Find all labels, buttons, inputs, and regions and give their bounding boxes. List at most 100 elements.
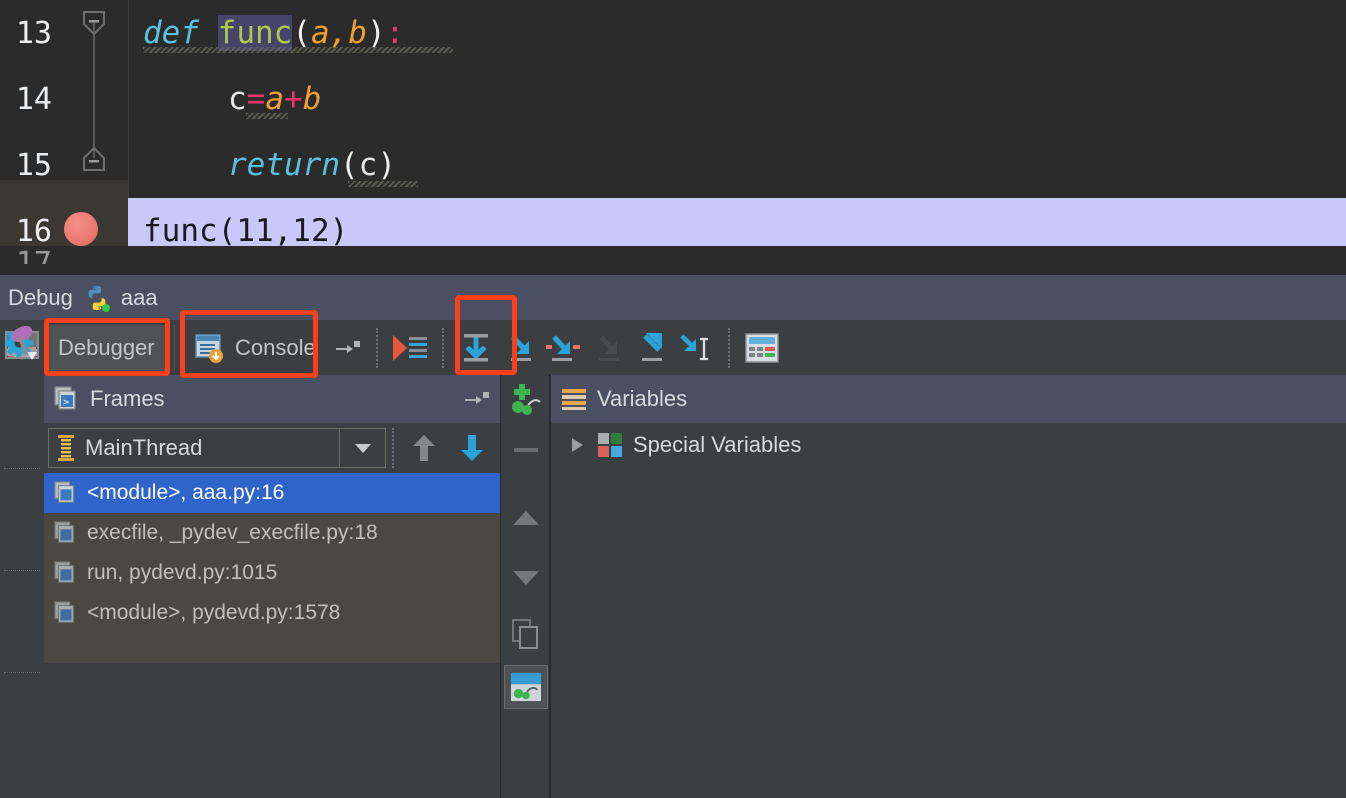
show-watches-in-variables-button[interactable] <box>504 665 548 709</box>
inspection-squiggle <box>348 181 418 187</box>
chevron-down-icon[interactable] <box>339 429 385 467</box>
layout-settings-icon[interactable] <box>330 326 366 370</box>
frame-list-item[interactable]: run, pydevd.py:1015 <box>44 553 500 593</box>
token-paren-close: ) <box>377 147 396 183</box>
tab-console-label: Console <box>235 334 316 360</box>
token-arg-b: b <box>302 81 322 117</box>
watches-variables-divider[interactable] <box>550 375 551 798</box>
step-into-button[interactable] <box>498 326 542 370</box>
token-plus: + <box>284 81 303 117</box>
token-arg-a: a <box>310 15 330 51</box>
code-line-15[interactable]: 15 return(c) <box>0 132 1346 198</box>
frames-pane-title: Frames <box>90 386 165 411</box>
frame-icon <box>54 561 78 585</box>
tab-console[interactable]: Console <box>181 325 330 371</box>
line-number: 15 <box>15 147 52 183</box>
python-icon <box>83 284 111 312</box>
token-call-expression: func(11,12) <box>143 213 349 249</box>
token-keyword-def: def <box>143 15 218 51</box>
token-arg-a: a <box>265 81 285 117</box>
next-frame-button[interactable] <box>448 433 496 463</box>
toolbar-divider <box>375 327 378 368</box>
gutter-breakpoint-area-16[interactable] <box>62 198 128 264</box>
token-paren-open: ( <box>339 147 359 183</box>
line-number-partial: 17 <box>15 246 52 264</box>
token-paren-close: ) <box>367 15 386 51</box>
remove-watch-button <box>501 425 551 475</box>
tab-debugger[interactable]: Debugger <box>44 324 168 371</box>
inspection-squiggle <box>143 47 453 53</box>
thread-selector[interactable]: MainThread <box>48 428 386 468</box>
token-assign: = <box>246 81 266 117</box>
code-text-14[interactable]: c=a+b <box>128 66 1346 132</box>
step-over-button[interactable] <box>454 326 498 370</box>
toolbar-divider <box>727 327 730 368</box>
code-line-14[interactable]: 14 c=a+b <box>0 66 1346 132</box>
fold-collapse-icon[interactable] <box>82 10 106 36</box>
debug-tool-window: Debug aaa Debugger Console > Frames Main… <box>0 275 1346 798</box>
frame-icon <box>54 521 78 545</box>
thread-icon <box>55 434 77 462</box>
show-execution-point-button[interactable] <box>388 326 432 370</box>
thread-selector-label: MainThread <box>85 435 203 460</box>
frame-list-item[interactable]: <module>, pydevd.py:1578 <box>44 593 500 633</box>
frames-pane: > Frames MainThread <module>, aaa.py:16 … <box>44 375 500 798</box>
evaluate-expression-button[interactable] <box>740 326 784 370</box>
line-number: 13 <box>15 15 52 51</box>
run-to-cursor-button[interactable] <box>674 326 718 370</box>
special-variables-icon <box>597 432 623 458</box>
variables-pane-header: Variables <box>551 375 1346 423</box>
fold-end-icon[interactable] <box>82 146 106 172</box>
token-colon: : <box>385 15 405 51</box>
pin-tab-button[interactable] <box>0 320 44 360</box>
line-number: 16 <box>15 213 52 249</box>
line-number: 14 <box>15 81 52 117</box>
token-comma: , <box>329 15 349 51</box>
token-keyword-return: return <box>228 147 340 183</box>
frames-icon: > <box>54 386 80 412</box>
code-text-15[interactable]: return(c) <box>128 132 1346 198</box>
frames-list-empty-area[interactable] <box>44 663 500 796</box>
pycharm-debug-window: 13 def func(a,b): 14 c=a+b 15 return(c) … <box>0 0 1346 798</box>
debug-title: Debug <box>8 284 73 310</box>
settings-arrow-icon[interactable] <box>464 389 490 409</box>
watches-toolbar <box>500 375 550 798</box>
frame-list-item[interactable]: <module>, aaa.py:16 <box>44 473 500 513</box>
breakpoint-icon[interactable] <box>64 212 98 246</box>
code-text-13[interactable]: def func(a,b): <box>128 0 1346 66</box>
variables-pane: Variables Special Variables <box>551 375 1346 798</box>
editor-next-line-partial[interactable]: 17 <box>0 246 1346 275</box>
token-arg-b: b <box>348 15 367 51</box>
frames-variables-divider[interactable] <box>500 375 501 798</box>
gutter-fold-area-13[interactable] <box>62 0 128 66</box>
frame-label: <module>, aaa.py:16 <box>87 481 285 504</box>
add-watch-button[interactable] <box>501 375 551 425</box>
step-out-button[interactable] <box>630 326 674 370</box>
triangle-right-icon[interactable] <box>563 436 591 454</box>
inspection-squiggle <box>246 113 288 119</box>
step-into-my-code-button[interactable] <box>542 326 586 370</box>
tab-divider <box>174 324 175 371</box>
variables-pane-title: Variables <box>597 386 688 411</box>
token-var-c: c <box>228 81 247 117</box>
frame-label: execfile, _pydev_execfile.py:18 <box>87 521 378 544</box>
code-editor[interactable]: 13 def func(a,b): 14 c=a+b 15 return(c) … <box>0 0 1346 275</box>
debug-actions-sidebar <box>0 320 44 798</box>
variables-tree[interactable]: Special Variables <box>551 423 1346 467</box>
previous-frame-button[interactable] <box>400 433 448 463</box>
thread-selector-bar: MainThread <box>44 423 500 473</box>
token-var-c: c <box>358 147 378 183</box>
frame-icon <box>54 601 78 625</box>
frame-icon <box>54 481 78 505</box>
force-step-into-button <box>586 326 630 370</box>
variables-row-special[interactable]: Special Variables <box>551 423 1346 467</box>
gutter-fold-area-14[interactable] <box>62 66 128 132</box>
gutter-fold-area-15[interactable] <box>62 132 128 198</box>
token-function-name: func <box>217 15 293 51</box>
code-line-13[interactable]: 13 def func(a,b): <box>0 0 1346 66</box>
thread-nav-divider <box>392 428 394 468</box>
frame-list-item[interactable]: execfile, _pydev_execfile.py:18 <box>44 513 500 553</box>
frames-list[interactable]: <module>, aaa.py:16 execfile, _pydev_exe… <box>44 473 500 663</box>
frame-label: <module>, pydevd.py:1578 <box>87 601 341 624</box>
variables-row-label: Special Variables <box>633 432 802 457</box>
